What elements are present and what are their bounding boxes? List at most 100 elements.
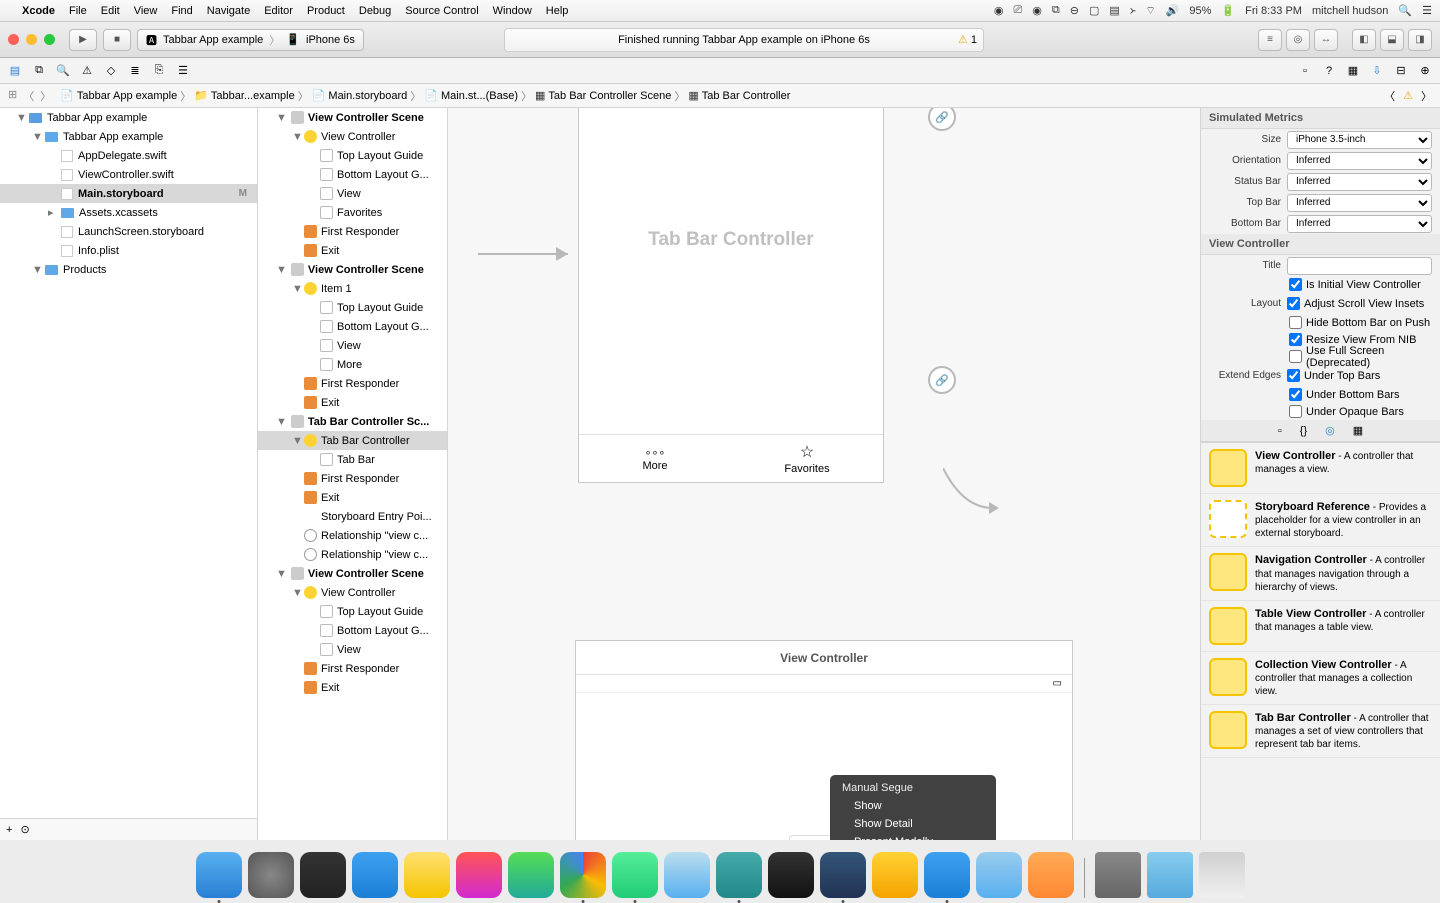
outline-scene[interactable]: ▼View Controller Scene xyxy=(258,564,447,583)
nav-item[interactable]: ▸Assets.xcassets xyxy=(0,203,257,222)
nav-item[interactable]: AppDelegate.swift xyxy=(0,146,257,165)
title-input[interactable] xyxy=(1287,257,1432,275)
stop-button[interactable] xyxy=(103,29,131,51)
forward-button[interactable]: 〉 xyxy=(40,88,51,104)
scheme-selector[interactable]: 🅰 Tabbar App example 〉 📱 iPhone 6s xyxy=(137,29,364,51)
outline-scene[interactable]: ▼View Controller Scene xyxy=(258,260,447,279)
bc-1[interactable]: 📁 Tabbar...example xyxy=(194,89,294,102)
applications-folder[interactable] xyxy=(1147,852,1193,898)
app-store-app[interactable] xyxy=(352,852,398,898)
outline-item[interactable]: ▼Tab Bar Controller xyxy=(258,431,447,450)
menu-source-control[interactable]: Source Control xyxy=(405,5,478,17)
context-menu-item[interactable]: Present Modally xyxy=(830,833,996,840)
segue-circle-icon[interactable]: 🔗 xyxy=(928,366,956,394)
nav-item[interactable]: LaunchScreen.storyboard xyxy=(0,222,257,241)
outline-item[interactable]: ▼Item 1 xyxy=(258,279,447,298)
menu-window[interactable]: Window xyxy=(493,5,532,17)
connections-inspector-icon[interactable]: ⊕ xyxy=(1418,64,1432,78)
outline-item[interactable]: Exit xyxy=(258,488,447,507)
battery-pct[interactable]: 95% xyxy=(1189,5,1211,17)
toggle-debug[interactable]: ⬓ xyxy=(1380,29,1404,51)
outline-item[interactable]: Tab Bar xyxy=(258,450,447,469)
nav-project[interactable]: ▼Tabbar App example xyxy=(0,108,257,127)
preview-app[interactable] xyxy=(976,852,1022,898)
menu-edit[interactable]: Edit xyxy=(101,5,120,17)
finder-app[interactable] xyxy=(196,852,242,898)
orient-select[interactable]: Inferred xyxy=(1287,152,1432,170)
related-items-icon[interactable]: ⊞ xyxy=(8,88,17,104)
file-template-icon[interactable]: ▫ xyxy=(1278,425,1282,437)
symbol-navigator-icon[interactable]: ⧉ xyxy=(32,64,46,78)
bc-0[interactable]: 📄 Tabbar App example xyxy=(60,89,177,102)
status-select[interactable]: Inferred xyxy=(1287,173,1432,191)
itunes-app[interactable] xyxy=(456,852,502,898)
status-icon[interactable]: ▢ xyxy=(1089,4,1099,17)
menu-find[interactable]: Find xyxy=(171,5,192,17)
brackets-app[interactable] xyxy=(716,852,762,898)
trash-icon[interactable] xyxy=(1199,852,1245,898)
menu-view[interactable]: View xyxy=(134,5,158,17)
debug-navigator-icon[interactable]: ≣ xyxy=(128,64,142,78)
atom-app[interactable] xyxy=(612,852,658,898)
stickies-app[interactable] xyxy=(404,852,450,898)
file-inspector-icon[interactable]: ▫ xyxy=(1298,64,1312,78)
outline-item[interactable]: Relationship "view c... xyxy=(258,526,447,545)
under-opaque-checkbox[interactable] xyxy=(1289,405,1302,418)
nav-item[interactable]: ▼Products xyxy=(0,260,257,279)
test-navigator-icon[interactable]: ◇ xyxy=(104,64,118,78)
issue-navigator-icon[interactable]: ⚠ xyxy=(80,64,94,78)
breakpoint-navigator-icon[interactable]: ⎘ xyxy=(152,64,166,78)
launchpad-app[interactable] xyxy=(248,852,294,898)
outline-item[interactable]: First Responder xyxy=(258,222,447,241)
status-icon[interactable]: ◉ xyxy=(1032,4,1042,17)
bc-5[interactable]: ▦ Tab Bar Controller xyxy=(688,89,790,102)
code-snippet-icon[interactable]: {} xyxy=(1300,425,1307,437)
outline-item[interactable]: More xyxy=(258,355,447,374)
outline-item[interactable]: View xyxy=(258,336,447,355)
outline-item[interactable]: Bottom Layout G... xyxy=(258,165,447,184)
outline-scene[interactable]: ▼View Controller Scene xyxy=(258,108,447,127)
outline-item[interactable]: Storyboard Entry Poi... xyxy=(258,507,447,526)
quicktime-app[interactable] xyxy=(508,852,554,898)
filter-icon[interactable]: ⊙ xyxy=(20,823,29,836)
quick-help-icon[interactable]: ? xyxy=(1322,64,1336,78)
library-item[interactable]: View Controller - A controller that mana… xyxy=(1201,443,1440,494)
xcode-app[interactable] xyxy=(924,852,970,898)
downloads-folder[interactable] xyxy=(1095,852,1141,898)
safari-app[interactable] xyxy=(664,852,710,898)
nav-item[interactable]: ▼Tabbar App example xyxy=(0,127,257,146)
version-editor-button[interactable]: ↔ xyxy=(1314,29,1338,51)
menu-debug[interactable]: Debug xyxy=(359,5,391,17)
screenflow-app[interactable] xyxy=(820,852,866,898)
under-top-checkbox[interactable] xyxy=(1287,369,1300,382)
context-menu-item[interactable]: Show Detail xyxy=(830,815,996,833)
bc-3[interactable]: 📄 Main.st...(Base) xyxy=(424,89,518,102)
run-button[interactable] xyxy=(69,29,97,51)
hide-bottom-checkbox[interactable] xyxy=(1289,316,1302,329)
media-library-icon[interactable]: ▦ xyxy=(1353,424,1363,437)
status-icon[interactable]: ◉ xyxy=(994,4,1004,17)
menu-help[interactable]: Help xyxy=(546,5,569,17)
terminal-app[interactable] xyxy=(768,852,814,898)
outline-item[interactable]: Top Layout Guide xyxy=(258,146,447,165)
menu-file[interactable]: File xyxy=(69,5,87,17)
outline-item[interactable]: Relationship "view c... xyxy=(258,545,447,564)
close-button[interactable] xyxy=(8,34,19,45)
tab-more[interactable]: ∘∘∘More xyxy=(579,435,731,482)
outline-scene[interactable]: ▼Tab Bar Controller Sc... xyxy=(258,412,447,431)
toggle-navigator[interactable]: ◧ xyxy=(1352,29,1376,51)
view-controller-scene[interactable]: View Controller ▭ Bra Manual Segue ShowS… xyxy=(575,640,1073,840)
outline-item[interactable]: ▼View Controller xyxy=(258,583,447,602)
menu-product[interactable]: Product xyxy=(307,5,345,17)
under-bottom-checkbox[interactable] xyxy=(1289,388,1302,401)
outline-item[interactable]: Top Layout Guide xyxy=(258,602,447,621)
find-navigator-icon[interactable]: 🔍 xyxy=(56,64,70,78)
menu-navigate[interactable]: Navigate xyxy=(207,5,250,17)
object-library-icon[interactable]: ◎ xyxy=(1325,424,1335,437)
nav-item[interactable]: Main.storyboardM xyxy=(0,184,257,203)
outline-item[interactable]: Favorites xyxy=(258,203,447,222)
status-icon[interactable]: ⎚ xyxy=(1013,4,1022,17)
toggle-utilities[interactable]: ◨ xyxy=(1408,29,1432,51)
library-item[interactable]: Table View Controller - A controller tha… xyxy=(1201,601,1440,652)
menubar-app[interactable]: Xcode xyxy=(22,5,55,17)
